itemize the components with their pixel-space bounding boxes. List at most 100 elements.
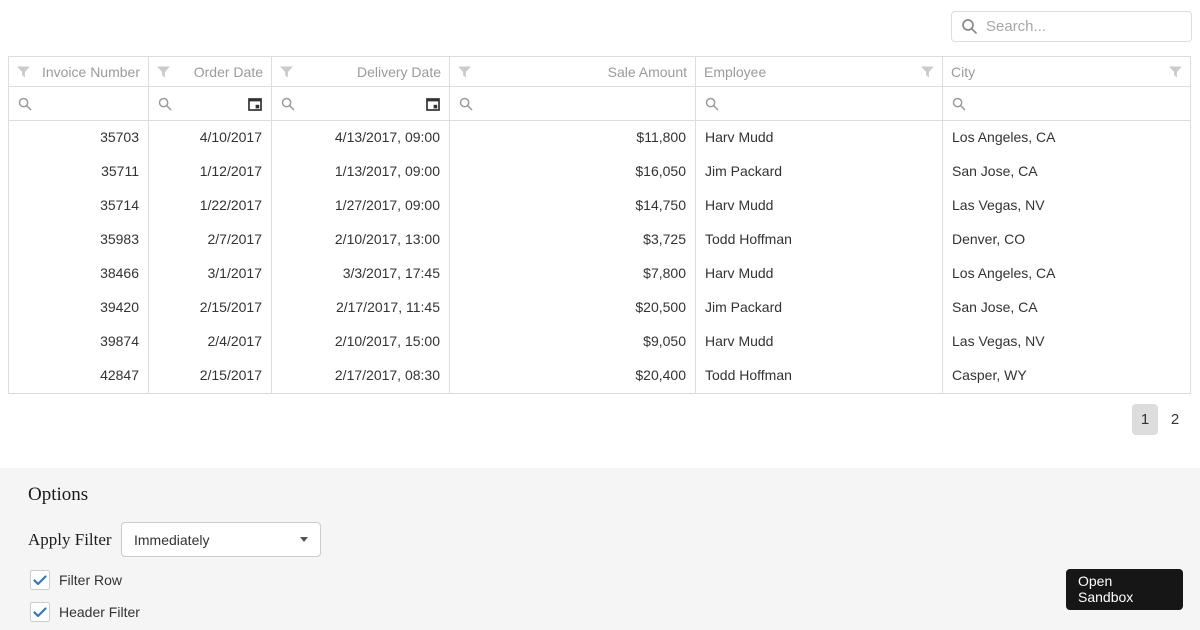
header-filter-icon[interactable]	[1169, 66, 1182, 78]
search-icon	[705, 97, 719, 111]
search-icon	[961, 18, 978, 35]
table-row[interactable]: 35711 1/12/2017 1/13/2017, 09:00 $16,050 Jim…	[9, 155, 1190, 189]
table-row[interactable]: 39420 2/15/2017 2/17/2017, 11:45 $20,500 Jim…	[9, 291, 1190, 325]
calendar-icon[interactable]	[426, 97, 440, 111]
table-row[interactable]: 35703 4/10/2017 4/13/2017, 09:00 $11,800 Har…	[9, 121, 1190, 155]
grid-filter-row	[9, 87, 1190, 121]
filter-row-cell-delivery-date[interactable]	[272, 87, 450, 120]
cell-city: San Jose, CA	[952, 299, 1038, 315]
apply-filter-selected-value: Immediately	[134, 531, 210, 548]
check-icon	[33, 574, 47, 585]
search-icon	[18, 97, 32, 111]
checkbox-row-filter-row: Filter Row	[30, 570, 1200, 590]
search-icon	[459, 97, 473, 111]
options-checkboxes: Filter Row Header Filter	[28, 570, 1200, 622]
open-sandbox-button[interactable]: Open Sandbox	[1066, 568, 1183, 610]
header-filter-icon[interactable]	[921, 66, 934, 78]
cell-employee: Harv Mudd	[696, 325, 943, 359]
table-row[interactable]: 42847 2/15/2017 2/17/2017, 08:30 $20,400 Tod…	[9, 359, 1190, 393]
cell-city: Casper, WY	[952, 367, 1027, 383]
chevron-down-icon	[300, 537, 308, 542]
apply-filter-select[interactable]: Immediately	[121, 522, 321, 557]
filter-row-checkbox[interactable]	[30, 570, 50, 590]
search-icon	[281, 97, 295, 111]
cell-order-date: 2/15/2017	[149, 359, 272, 393]
header-filter-icon[interactable]	[458, 66, 471, 78]
cell-sale-amount: $16,050	[450, 155, 696, 189]
filter-row-cell-sale-amount[interactable]	[450, 87, 696, 120]
cell-invoice-number: 39420	[9, 291, 149, 325]
cell-invoice-number: 35711	[9, 155, 149, 189]
cell-sale-amount: $11,800	[450, 121, 696, 155]
filter-row-cell-city[interactable]	[943, 87, 1190, 120]
search-icon	[952, 97, 966, 111]
options-panel: Options Apply Filter Immediately Filter …	[0, 468, 1200, 630]
header-filter-icon[interactable]	[157, 66, 170, 78]
cell-employee: Harv Mudd	[696, 257, 943, 291]
cell-city: Las Vegas, NV	[952, 197, 1045, 213]
cell-sale-amount: $3,725	[450, 223, 696, 257]
cell-employee: Jim Packard	[696, 291, 943, 325]
column-header-employee[interactable]: Employee	[696, 57, 943, 86]
filter-row-cell-invoice-number[interactable]	[9, 87, 149, 120]
cell-delivery-date: 4/13/2017, 09:00	[272, 121, 450, 155]
cell-city: Denver, CO	[952, 231, 1026, 247]
cell-sale-amount: $20,400	[450, 359, 696, 393]
cell-employee: Todd Hoffman	[696, 359, 943, 393]
header-filter-checkbox[interactable]	[30, 602, 50, 622]
column-header-invoice-number[interactable]: Invoice Number	[9, 57, 149, 86]
grid-body: 35703 4/10/2017 4/13/2017, 09:00 $11,800 Har…	[9, 121, 1190, 393]
checkbox-label: Filter Row	[59, 572, 123, 588]
cell-delivery-date: 2/17/2017, 08:30	[272, 359, 450, 393]
pager-page-1[interactable]: 1	[1132, 403, 1158, 435]
filter-row-cell-order-date[interactable]	[149, 87, 272, 120]
column-header-delivery-date[interactable]: Delivery Date	[272, 57, 450, 86]
column-header-order-date[interactable]: Order Date	[149, 57, 272, 86]
cell-city: Los Angeles, CA	[952, 129, 1056, 145]
pager-page-2[interactable]: 2	[1162, 404, 1188, 435]
cell-order-date: 1/12/2017	[149, 155, 272, 189]
filter-row-cell-employee[interactable]	[696, 87, 943, 120]
cell-city: Las Vegas, NV	[952, 333, 1045, 349]
cell-sale-amount: $20,500	[450, 291, 696, 325]
options-title: Options	[28, 484, 89, 505]
cell-delivery-date: 1/13/2017, 09:00	[272, 155, 450, 189]
header-filter-icon[interactable]	[280, 66, 293, 78]
apply-filter-row: Apply Filter Immediately	[28, 522, 1200, 557]
cell-employee: Todd Hoffman	[696, 223, 943, 257]
cell-invoice-number: 39874	[9, 325, 149, 359]
search-input[interactable]	[986, 18, 1185, 35]
cell-sale-amount: $14,750	[450, 189, 696, 223]
column-header-label: Sale Amount	[607, 63, 687, 80]
data-grid: Invoice Number Order Date Delivery Date Sal…	[8, 56, 1191, 394]
cell-city: Los Angeles, CA	[952, 265, 1056, 281]
checkbox-label: Header Filter	[59, 604, 140, 620]
column-header-label: Invoice Number	[41, 63, 140, 80]
cell-order-date: 2/4/2017	[149, 325, 272, 359]
column-header-city[interactable]: City	[943, 57, 1190, 86]
calendar-icon[interactable]	[248, 97, 262, 111]
cell-invoice-number: 35714	[9, 189, 149, 223]
search-input-container[interactable]	[951, 11, 1192, 42]
search-icon	[158, 97, 172, 111]
column-header-label: Employee	[704, 63, 767, 80]
header-filter-icon[interactable]	[17, 66, 30, 78]
check-icon	[33, 606, 47, 617]
cell-delivery-date: 2/10/2017, 15:00	[272, 325, 450, 359]
cell-sale-amount: $9,050	[450, 325, 696, 359]
cell-order-date: 4/10/2017	[149, 121, 272, 155]
column-header-label: Order Date	[193, 63, 263, 80]
cell-invoice-number: 35983	[9, 223, 149, 257]
apply-filter-label: Apply Filter	[28, 529, 112, 549]
table-row[interactable]: 35983 2/7/2017 2/10/2017, 13:00 $3,725 Todd …	[9, 223, 1190, 257]
table-row[interactable]: 35714 1/22/2017 1/27/2017, 09:00 $14,750 Har…	[9, 189, 1190, 223]
cell-order-date: 2/15/2017	[149, 291, 272, 325]
cell-order-date: 1/22/2017	[149, 189, 272, 223]
cell-employee: Harv Mudd	[696, 189, 943, 223]
column-header-sale-amount[interactable]: Sale Amount	[450, 57, 696, 86]
table-row[interactable]: 38466 3/1/2017 3/3/2017, 17:45 $7,800 Harv M…	[9, 257, 1190, 291]
table-row[interactable]: 39874 2/4/2017 2/10/2017, 15:00 $9,050 Harv …	[9, 325, 1190, 359]
cell-invoice-number: 38466	[9, 257, 149, 291]
cell-order-date: 3/1/2017	[149, 257, 272, 291]
pager: 12	[0, 394, 1200, 444]
